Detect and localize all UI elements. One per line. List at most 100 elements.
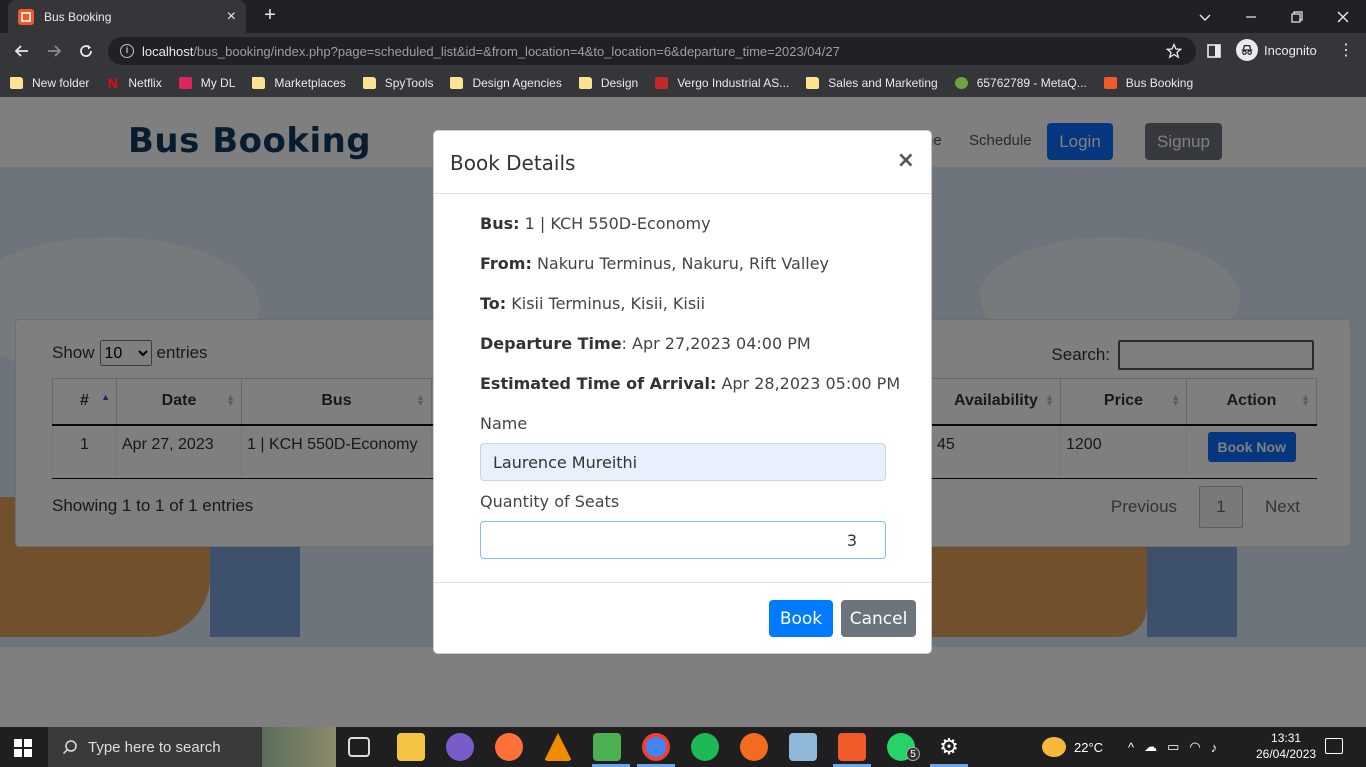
xampp-icon[interactable] [838, 733, 866, 761]
taskbar-clock[interactable]: 13:31 26/04/2023 [1256, 730, 1316, 762]
modal-header: Book Details × [434, 131, 931, 194]
tab-close-icon[interactable]: × [227, 8, 236, 26]
bookmark-netflix[interactable]: N Netflix [106, 75, 162, 91]
detail-bus: Bus: 1 | KCH 550D-Economy [480, 214, 711, 233]
cancel-button[interactable]: Cancel [841, 600, 916, 637]
bookmark-star-icon[interactable] [1166, 43, 1182, 59]
battery-icon[interactable]: ▭ [1167, 739, 1179, 755]
minimize-button[interactable] [1228, 0, 1274, 33]
vlc-icon[interactable] [544, 733, 572, 761]
clock-time: 13:31 [1271, 731, 1302, 745]
notifications-icon[interactable] [1325, 738, 1343, 754]
name-label: Name [480, 414, 528, 433]
incognito-icon [1236, 39, 1258, 61]
bookmark-spytools[interactable]: SpyTools [362, 76, 434, 90]
bookmarks-bar: New folder N Netflix My DL Marketplaces S… [0, 69, 1366, 97]
chrome-icon[interactable] [642, 733, 670, 761]
detail-departure: Departure Time: Apr 27,2023 04:00 PM [480, 334, 811, 353]
folder-icon [806, 77, 820, 89]
wifi-icon[interactable]: ◠ [1189, 739, 1200, 755]
weather-icon [1042, 737, 1066, 757]
folder-icon [252, 77, 266, 89]
quantity-label: Quantity of Seats [480, 492, 620, 511]
detail-eta-value: Apr 28,2023 05:00 PM [721, 374, 901, 393]
windows-start-icon[interactable] [14, 739, 32, 757]
name-input[interactable]: Laurence Mureithi [480, 443, 886, 481]
bookmark-label: Sales and Marketing [828, 76, 938, 90]
mydl-icon [178, 77, 192, 89]
bookmark-label: Netflix [128, 76, 162, 90]
bookmark-marketplaces[interactable]: Marketplaces [252, 76, 346, 90]
folder-icon [450, 77, 464, 89]
detail-to-value: Kisii Terminus, Kisii, Kisii [511, 294, 706, 313]
incognito-profile-button[interactable]: Incognito [1236, 39, 1317, 61]
bookmark-my-dl[interactable]: My DL [178, 76, 235, 90]
url-path: /bus_booking/index.php?page=scheduled_li… [193, 43, 840, 59]
notepad-icon[interactable] [789, 733, 817, 761]
task-view-icon[interactable] [348, 737, 370, 757]
metaquotes-icon [954, 77, 968, 89]
bookmark-sales-marketing[interactable]: Sales and Marketing [806, 76, 938, 90]
firefox-icon[interactable] [495, 733, 523, 761]
browser-tab-strip: Bus Booking × + [0, 0, 1366, 33]
browser-toolbar: i localhost/bus_booking/index.php?page=s… [0, 33, 1366, 69]
book-button[interactable]: Book [769, 600, 833, 637]
bookmark-metaq[interactable]: 65762789 - MetaQ... [954, 76, 1087, 90]
onedrive-icon[interactable]: ☁ [1144, 739, 1157, 755]
back-arrow-icon[interactable] [8, 37, 36, 65]
spotify-icon[interactable] [691, 733, 719, 761]
bookmark-label: Design Agencies [472, 76, 562, 90]
tab-title: Bus Booking [44, 9, 112, 24]
bookmark-vergo[interactable]: Vergo Industrial AS... [655, 76, 789, 90]
detail-to: To: Kisii Terminus, Kisii, Kisii [480, 294, 705, 313]
tab-search-chevron-icon[interactable] [1182, 0, 1228, 33]
netflix-icon: N [107, 75, 118, 91]
detail-from: From: Nakuru Terminus, Nakuru, Rift Vall… [480, 254, 829, 273]
settings-gear-icon[interactable]: ⚙ [936, 734, 962, 760]
close-window-button[interactable] [1320, 0, 1366, 33]
detail-to-label: To: [480, 294, 507, 313]
reload-icon[interactable] [72, 37, 100, 65]
tray-chevron-icon[interactable]: ^ [1128, 740, 1134, 755]
windows-taskbar: Type here to search 5 ⚙ 22°C ^ ☁ ▭ ◠ ♪ 1… [0, 727, 1366, 767]
restore-button[interactable] [1274, 0, 1320, 33]
bookmark-design-agencies[interactable]: Design Agencies [450, 76, 562, 90]
more-menu-icon[interactable]: ⋮ [1338, 40, 1354, 60]
temperature: 22°C [1074, 739, 1104, 755]
folder-icon [10, 77, 23, 89]
detail-departure-value: : Apr 27,2023 04:00 PM [621, 334, 811, 353]
bookmark-bus-booking[interactable]: Bus Booking [1103, 76, 1194, 90]
bookmark-design[interactable]: Design [578, 76, 638, 90]
detail-eta-label: Estimated Time of Arrival: [480, 374, 717, 393]
weather-widget[interactable]: 22°C [1042, 727, 1103, 767]
modal-close-button[interactable]: × [897, 148, 915, 173]
bus-booking-icon [1103, 77, 1117, 89]
detail-from-value: Nakuru Terminus, Nakuru, Rift Valley [536, 254, 830, 273]
url-host: localhost [142, 43, 194, 59]
modal-footer: Book Cancel [434, 582, 931, 654]
address-bar[interactable]: i localhost/bus_booking/index.php?page=s… [108, 37, 1196, 65]
bookmark-label: Bus Booking [1125, 76, 1194, 90]
quantity-seats-input[interactable]: 3 [480, 521, 886, 559]
bookmark-label: Vergo Industrial AS... [677, 76, 790, 90]
file-explorer-icon[interactable] [397, 733, 425, 761]
media-player-icon[interactable] [446, 733, 474, 761]
modal-title: Book Details [450, 151, 576, 175]
bookmark-new-folder[interactable]: New folder [10, 76, 89, 90]
system-tray: ^ ☁ ▭ ◠ ♪ [1128, 727, 1217, 767]
book-details-modal: Book Details × Bus: 1 | KCH 550D-Economy… [433, 130, 932, 654]
origin-icon[interactable] [740, 733, 768, 761]
detail-bus-label: Bus: [480, 214, 520, 233]
detail-bus-value: 1 | KCH 550D-Economy [524, 214, 711, 233]
side-panel-icon[interactable] [1206, 43, 1222, 59]
search-icon [62, 740, 77, 755]
bookmark-label: SpyTools [384, 76, 434, 90]
volume-icon[interactable]: ♪ [1211, 740, 1218, 755]
app-icon[interactable] [593, 733, 621, 761]
site-info-icon[interactable]: i [120, 44, 134, 58]
browser-tab[interactable]: Bus Booking × [8, 0, 246, 33]
profile-label: Incognito [1264, 42, 1317, 58]
forward-arrow-icon[interactable] [40, 37, 68, 65]
new-tab-button[interactable]: + [260, 5, 280, 25]
detail-eta: Estimated Time of Arrival: Apr 28,2023 0… [480, 374, 900, 393]
